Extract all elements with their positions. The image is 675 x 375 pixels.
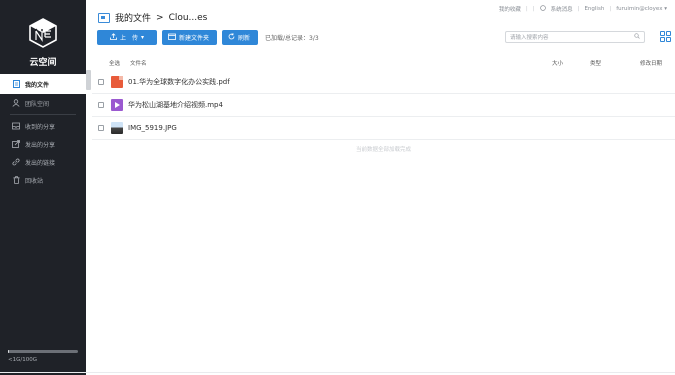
grid-view-icon[interactable] — [659, 30, 672, 43]
loaded-count-label: 已加载/总记录： — [265, 35, 310, 42]
main-content: 我的收藏 | | 系统消息 | English | furuimin@cloye… — [92, 0, 675, 375]
sidebar-divider — [10, 114, 76, 115]
document-icon — [12, 80, 20, 88]
loaded-count: 已加载/总记录：3/3 — [265, 33, 319, 42]
column-header-name[interactable]: 文件名 — [130, 59, 147, 67]
grid-cell — [660, 31, 665, 36]
upload-icon — [110, 33, 117, 42]
new-folder-label: 新建文件夹 — [179, 35, 210, 42]
sidebar-item-my-files[interactable]: 我的文件 — [0, 74, 86, 94]
row-checkbox[interactable] — [98, 79, 104, 85]
system-messages-link[interactable]: 系统消息 — [551, 5, 573, 13]
file-list-header: 全选 文件名 大小 类型 修改日期 — [92, 56, 675, 70]
file-name[interactable]: 01.华为全球数字化办公实践.pdf — [128, 77, 230, 87]
cloud-space-logo[interactable] — [28, 18, 58, 48]
file-row[interactable]: IMG_5919.JPG — [92, 117, 675, 140]
row-checkbox[interactable] — [98, 102, 104, 108]
user-name: furuimin@cloyex — [616, 6, 663, 12]
favorites-link[interactable]: 我的收藏 — [499, 5, 521, 13]
column-header-modified[interactable]: 修改日期 — [640, 59, 662, 67]
file-row[interactable]: 华为松山湖基地介绍视频.mp4 — [92, 94, 675, 117]
storage-quota-fill — [8, 350, 9, 353]
top-bar: 我的收藏 | | 系统消息 | English | furuimin@cloye… — [499, 5, 667, 13]
sidebar-collapse-handle[interactable] — [86, 70, 91, 90]
loaded-count-value: 3/3 — [309, 35, 319, 42]
row-checkbox[interactable] — [98, 125, 104, 131]
team-icon — [12, 99, 20, 107]
topbar-divider: | — [577, 6, 580, 12]
caret-down-icon: ▾ — [664, 6, 667, 12]
search-icon[interactable] — [634, 33, 640, 41]
video-icon — [111, 99, 123, 111]
sidebar-item-label: 团队空间 — [25, 100, 50, 108]
grid-cell — [660, 37, 665, 42]
user-account-menu[interactable]: furuimin@cloyex ▾ — [616, 6, 667, 12]
file-name[interactable]: IMG_5919.JPG — [128, 124, 177, 132]
refresh-icon — [228, 33, 235, 42]
sidebar-item-sent-shares[interactable]: 发出的分享 — [0, 135, 86, 153]
sidebar-item-team-space[interactable]: 团队空间 — [0, 94, 86, 112]
sidebar: 云空间 我的文件 团队空间 收到的分享 发出的分享 发出的链接 回收站 <1G/… — [0, 0, 86, 375]
sidebar-item-label: 发出的分享 — [25, 141, 56, 149]
file-list: 01.华为全球数字化办公实践.pdf 华为松山湖基地介绍视频.mp4 IMG_5… — [92, 71, 675, 140]
trash-icon — [12, 176, 20, 184]
sidebar-item-label: 我的文件 — [25, 81, 50, 89]
breadcrumb-separator: > — [156, 12, 164, 23]
share-out-icon — [12, 140, 20, 148]
sidebar-item-label: 收到的分享 — [25, 123, 56, 131]
select-all-toggle[interactable]: 全选 — [109, 59, 120, 67]
breadcrumb-current: Clou...es — [168, 12, 208, 23]
sidebar-item-received-shares[interactable]: 收到的分享 — [0, 117, 86, 135]
image-icon — [111, 122, 123, 134]
sidebar-item-trash[interactable]: 回收站 — [0, 171, 86, 189]
sidebar-item-label: 发出的链接 — [25, 159, 56, 167]
sidebar-item-label: 回收站 — [25, 177, 44, 185]
sidebar-nav: 我的文件 团队空间 收到的分享 发出的分享 发出的链接 回收站 — [0, 74, 86, 189]
bell-icon — [539, 5, 546, 13]
page-bottom-divider — [0, 372, 675, 373]
caret-down-icon: ▾ — [141, 34, 145, 41]
list-end-note: 当前数据全部加载完成 — [355, 147, 411, 153]
storage-quota-text: <1G/100G — [8, 357, 37, 363]
refresh-button[interactable]: 刷新 — [222, 30, 258, 45]
breadcrumb-root[interactable]: 我的文件 — [115, 11, 151, 24]
topbar-divider: | — [525, 6, 528, 12]
file-name[interactable]: 华为松山湖基地介绍视频.mp4 — [128, 100, 223, 110]
upload-button[interactable]: 上 传 ▾ — [97, 30, 157, 45]
storage-quota-bar — [8, 350, 78, 353]
grid-cell — [666, 31, 671, 36]
column-header-size[interactable]: 大小 — [552, 59, 563, 67]
new-folder-button[interactable]: 新建文件夹 — [162, 30, 217, 45]
upload-label: 上 传 — [119, 35, 138, 42]
new-folder-icon — [168, 33, 176, 42]
file-row[interactable]: 01.华为全球数字化办公实践.pdf — [92, 71, 675, 94]
inbox-icon — [12, 122, 20, 130]
refresh-label: 刷新 — [238, 35, 251, 42]
sidebar-item-sent-links[interactable]: 发出的链接 — [0, 153, 86, 171]
breadcrumb: 我的文件 > Clou...es — [98, 11, 207, 24]
toolbar: 上 传 ▾ 新建文件夹 刷新 已加载/总记录：3/3 — [97, 30, 319, 45]
column-header-type[interactable]: 类型 — [590, 59, 601, 67]
app-name: 云空间 — [29, 58, 57, 68]
search-input[interactable]: 请输入搜索内容 — [505, 31, 645, 43]
grid-cell — [666, 37, 671, 42]
pdf-icon — [111, 76, 123, 88]
topbar-spacer-divider: | — [532, 6, 535, 12]
topbar-divider: | — [609, 6, 612, 12]
search-placeholder: 请输入搜索内容 — [510, 35, 549, 41]
link-icon — [12, 158, 20, 166]
language-switch[interactable]: English — [584, 6, 604, 12]
folder-icon — [98, 12, 110, 23]
